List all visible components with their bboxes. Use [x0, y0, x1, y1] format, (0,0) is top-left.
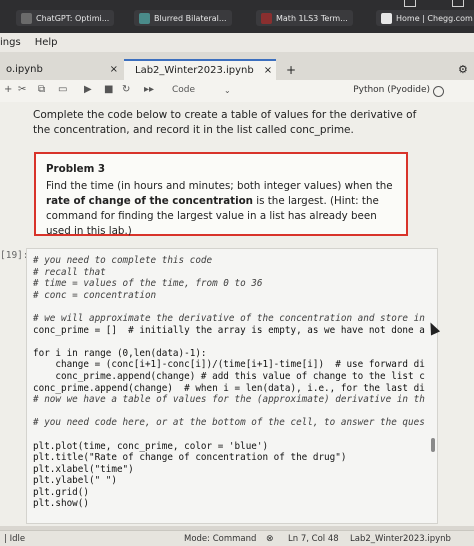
- code-line: # time = values of the time, from 0 to 3…: [33, 278, 263, 290]
- chevron-down-icon[interactable]: ⌄: [224, 86, 231, 95]
- code-line: # we will approximate the derivative of …: [33, 312, 425, 324]
- cell-type-select[interactable]: Code: [172, 85, 195, 95]
- bookmark-label: Home | Chegg.com: [396, 13, 473, 23]
- kernel-idle-status: | Idle: [4, 534, 26, 544]
- problem-text-part: Find the time (in hours and minutes; bot…: [46, 180, 393, 192]
- code-line: # now we have a table of values for the …: [33, 394, 425, 406]
- scrollbar[interactable]: [431, 438, 435, 452]
- paste-icon[interactable]: ▭: [58, 84, 67, 95]
- mode-indicator: Mode: Command: [184, 534, 257, 544]
- kernel-status-icon: [433, 86, 444, 97]
- window-control-icon[interactable]: [404, 0, 416, 7]
- cell-prompt: [19]:: [0, 250, 29, 261]
- status-bar: | Idle Mode: Command ⊗ Ln 7, Col 48 Lab2…: [0, 530, 474, 546]
- bookmarks-bar: ChatGPT: Optimi... Blurred Bilateral... …: [0, 0, 474, 33]
- code-line: for i in range (0,len(data)-1):: [33, 347, 207, 359]
- bookmark-blurred-bilateral[interactable]: Blurred Bilateral...: [134, 10, 232, 26]
- bookmark-label: Math 1LS3 Term...: [276, 13, 348, 23]
- menu-help[interactable]: Help: [35, 37, 58, 48]
- bookmark-label: ChatGPT: Optimi...: [36, 13, 110, 23]
- menu-bar: ings Help: [0, 33, 474, 52]
- fast-forward-icon[interactable]: ▸▸: [144, 84, 154, 95]
- run-icon[interactable]: ▶: [84, 84, 92, 95]
- stop-icon[interactable]: ■: [104, 84, 113, 95]
- bookmark-chatgpt[interactable]: ChatGPT: Optimi...: [16, 10, 115, 26]
- code-line: # you need code here, or at the bottom o…: [33, 417, 425, 429]
- notebook-area: Complete the code below to create a tabl…: [0, 102, 474, 526]
- code-line: conc_prime = [] # initially the array is…: [33, 324, 425, 336]
- chatgpt-favicon-icon: [21, 12, 32, 24]
- code-line: plt.title("Rate of change of concentrati…: [33, 452, 347, 464]
- code-line: conc_prime.append(change) # when i = len…: [33, 382, 425, 394]
- close-icon[interactable]: ×: [110, 64, 118, 75]
- bookmark-math-term[interactable]: Math 1LS3 Term...: [256, 10, 353, 26]
- copy-icon[interactable]: ⧉: [38, 84, 45, 95]
- problem-bold-text: rate of change of the concentration: [46, 195, 253, 207]
- code-line: # you need to complete this code: [33, 255, 213, 266]
- code-line: change = (conc[i+1]-conc[i])/(time[i+1]-…: [33, 359, 425, 371]
- code-line: plt.plot(time, conc_prime, color = 'blue…: [33, 440, 269, 452]
- menu-settings[interactable]: ings: [0, 37, 21, 48]
- code-line: plt.xlabel("time"): [33, 463, 134, 475]
- code-editor[interactable]: # you need to complete this code # recall…: [27, 249, 437, 510]
- notebook-toolbar: + ✂ ⧉ ▭ ▶ ■ ↻ ▸▸ Code ⌄ Python (Pyodide): [0, 80, 474, 103]
- close-icon[interactable]: ×: [264, 65, 272, 76]
- tab-bar: o.ipynb × Lab2_Winter2023.ipynb × + ⚙: [0, 52, 474, 80]
- add-cell-icon[interactable]: +: [4, 84, 12, 95]
- code-line: # recall that: [33, 266, 106, 278]
- restart-icon[interactable]: ↻: [122, 84, 130, 95]
- code-line: # conc = concentration: [33, 289, 157, 301]
- code-line: plt.grid(): [33, 486, 89, 498]
- bookmark-chegg[interactable]: Home | Chegg.com: [376, 10, 474, 26]
- code-cell[interactable]: # you need to complete this code # recall…: [26, 248, 438, 524]
- blurred-favicon-icon: [139, 12, 150, 24]
- kernel-name[interactable]: Python (Pyodide): [353, 85, 430, 95]
- problem-text: Find the time (in hours and minutes; bot…: [46, 179, 396, 239]
- tab-other-notebook[interactable]: o.ipynb ×: [0, 59, 124, 80]
- math-favicon-icon: [261, 12, 272, 24]
- notification-icon[interactable]: ⊗: [266, 534, 274, 544]
- problem-title: Problem 3: [46, 163, 106, 175]
- code-line: plt.ylabel(" "): [33, 475, 117, 487]
- tab-label: o.ipynb: [6, 64, 43, 75]
- problem-box: Problem 3 Find the time (in hours and mi…: [34, 152, 408, 239]
- code-line: plt.show(): [33, 498, 89, 510]
- chegg-favicon-icon: [381, 12, 392, 24]
- markdown-intro: Complete the code below to create a tabl…: [33, 109, 417, 136]
- tab-label: Lab2_Winter2023.ipynb: [135, 65, 254, 76]
- window-control-icon[interactable]: [452, 0, 464, 7]
- file-name: Lab2_Winter2023.ipynb: [350, 534, 451, 544]
- bookmark-label: Blurred Bilateral...: [154, 13, 227, 23]
- tab-lab2-notebook[interactable]: Lab2_Winter2023.ipynb ×: [124, 59, 276, 80]
- cut-icon[interactable]: ✂: [18, 84, 26, 95]
- cursor-position: Ln 7, Col 48: [288, 534, 339, 544]
- gear-icon[interactable]: ⚙: [452, 59, 470, 80]
- code-line: conc_prime.append(change) # add this val…: [33, 370, 425, 382]
- new-tab-button[interactable]: +: [280, 59, 298, 80]
